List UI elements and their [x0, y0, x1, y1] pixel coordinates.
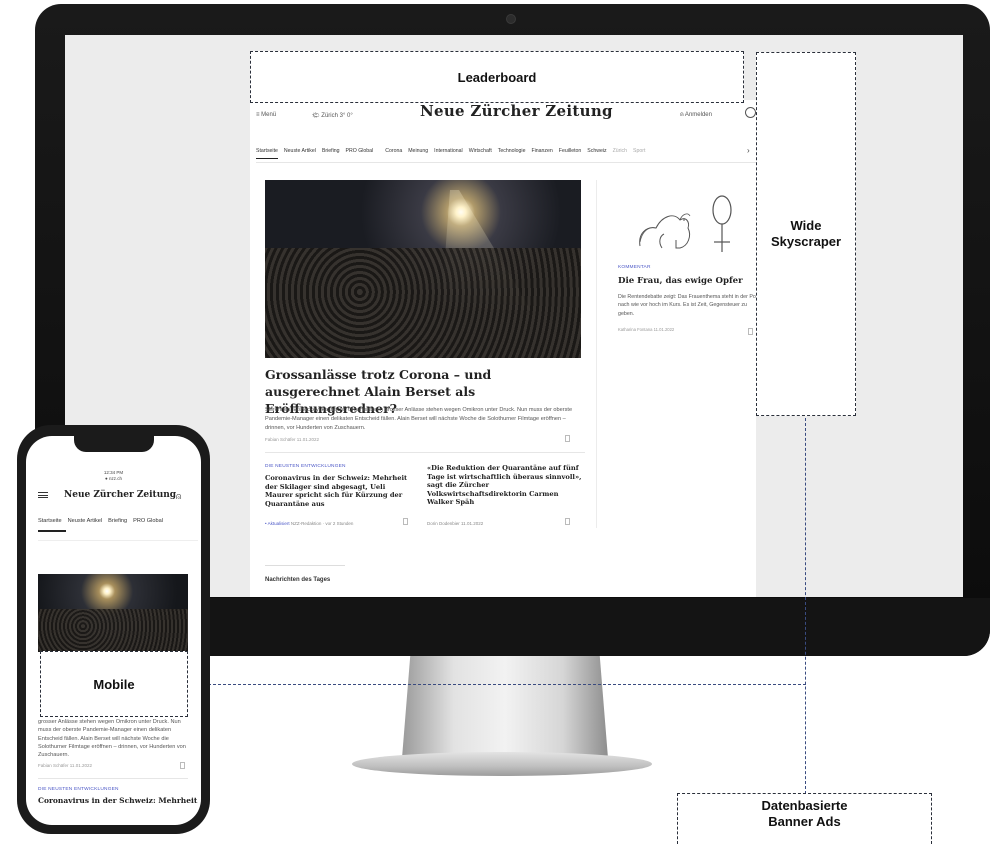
mobile-nav-neuste-artikel[interactable]: Neuste Artikel [68, 518, 103, 524]
mobile-status-bar: 12:34 PM ● nzz.ch [86, 470, 141, 482]
nav-item-startseite[interactable]: Startseite [256, 148, 278, 159]
user-icon[interactable]: ⍝ [176, 491, 181, 502]
mobile-hero-byline: Fabian Schäfer 11.01.2022 [38, 763, 92, 768]
nav-item-zuerich[interactable]: Zürich [613, 148, 627, 159]
bookmark-icon[interactable] [748, 328, 753, 335]
story-headline[interactable]: «Die Reduktion der Quarantäne auf fünf T… [427, 464, 585, 507]
connector-line-horizontal [188, 684, 806, 685]
story-meta: • Aktualisiert NZZ-Redaktion · vor 2 Stu… [265, 521, 353, 526]
story-meta-text: NZZ-Redaktion · vor 2 Stunden [290, 521, 354, 526]
section-title: Nachrichten des Tages [265, 577, 331, 583]
mobile-hero-lead: grosser Anlässe stehen wegen Omikron unt… [38, 719, 186, 759]
camera-icon [506, 14, 516, 24]
hero-image[interactable] [265, 180, 581, 358]
comment-illustration[interactable] [618, 186, 748, 258]
nav-item-pro-global[interactable]: PRO Global [346, 148, 374, 159]
mobile-status-url: ● nzz.ch [105, 476, 122, 481]
nav-item-wirtschaft[interactable]: Wirtschaft [469, 148, 492, 159]
menu-button[interactable]: ≡ Menü [256, 112, 276, 118]
story-headline[interactable]: Coronavirus in der Schweiz: Mehrheit der… [265, 474, 415, 508]
banner-ads-label-box: Datenbasierte Banner Ads [677, 793, 932, 844]
nav-item-technologie[interactable]: Technologie [498, 148, 526, 159]
wide-skyscraper-ad-slot: Wide Skyscraper [756, 52, 856, 416]
search-icon[interactable] [745, 107, 756, 118]
bookmark-icon[interactable] [565, 435, 570, 442]
mobile-nav-briefing[interactable]: Briefing [108, 518, 127, 524]
mobile-ad-slot: Mobile [40, 651, 188, 717]
article-divider [265, 452, 585, 453]
comment-lead: Die Rentendebatte zeigt: Das Frauenthema… [618, 294, 756, 317]
mobile-site-logo[interactable]: Neue Zürcher Zeitung [64, 490, 176, 500]
nav-item-international[interactable]: International [434, 148, 463, 159]
weather-widget[interactable]: 🌤 Zürich 3° 0° [312, 112, 353, 119]
hamburger-icon[interactable] [38, 492, 48, 498]
mobile-story-kicker: DIE NEUSTEN ENTWICKLUNGEN [38, 787, 119, 792]
mobile-hero-image[interactable] [38, 574, 188, 652]
mobile-article-divider [38, 778, 188, 779]
monitor-stand [402, 656, 608, 758]
main-nav: Startseite Neuste Artikel Briefing PRO G… [256, 148, 756, 159]
connector-line-vertical [805, 418, 806, 794]
story-kicker: DIE NEUSTEN ENTWICKLUNGEN [265, 464, 346, 469]
nav-item-finanzen[interactable]: Finanzen [531, 148, 552, 159]
updated-badge: • Aktualisiert [265, 521, 290, 526]
story-meta: Dorin Dodenbier 11.01.2022 [427, 521, 484, 526]
comment-byline: Katharina Fontana 11.01.2022 [618, 327, 675, 332]
banner-label-line1: Datenbasierte [761, 798, 848, 813]
phone-notch [74, 436, 154, 452]
mobile-label: Mobile [93, 676, 135, 692]
nav-item-briefing[interactable]: Briefing [322, 148, 340, 159]
nav-divider [256, 162, 756, 163]
nav-item-schweiz[interactable]: Schweiz [587, 148, 606, 159]
comment-title[interactable]: Die Frau, das ewige Opfer [618, 276, 756, 286]
section-divider [265, 565, 345, 566]
mobile-nav: Startseite Neuste Artikel Briefing PRO G… [38, 518, 198, 524]
comment-kicker: KOMMENTAR [618, 265, 651, 270]
mobile-story-headline[interactable]: Coronavirus in der Schweiz: Mehrheit [38, 796, 198, 805]
bookmark-icon[interactable] [565, 518, 570, 525]
nav-item-corona[interactable]: Corona [385, 148, 402, 159]
hero-lead: Skirennen, Eishockey, Fasnacht: Organisa… [265, 407, 573, 431]
mobile-nav-startseite[interactable]: Startseite [38, 518, 62, 524]
bookmark-icon[interactable] [403, 518, 408, 525]
nav-item-neuste-artikel[interactable]: Neuste Artikel [284, 148, 316, 159]
skyscraper-label-line2: Skyscraper [770, 234, 842, 249]
nzz-desktop-page: ≡ Menü 🌤 Zürich 3° 0° Neue Zürcher Zeitu… [250, 100, 756, 597]
mobile-nav-divider [38, 540, 198, 541]
nav-item-sport[interactable]: Sport [633, 148, 645, 159]
banner-label-line2: Banner Ads [768, 814, 841, 829]
skyscraper-label-line1: Wide [790, 218, 822, 233]
column-divider [596, 180, 597, 528]
nav-item-feuilleton[interactable]: Feuilleton [559, 148, 582, 159]
leaderboard-label: Leaderboard [457, 69, 537, 85]
site-logo[interactable]: Neue Zürcher Zeitung [420, 102, 613, 120]
monitor-stand-foot [352, 752, 652, 776]
login-link[interactable]: ⍝ Anmelden [680, 112, 712, 119]
hero-byline: Fabian Schäfer 11.01.2022 [265, 437, 319, 442]
nav-next-chevron-icon[interactable]: › [747, 146, 750, 155]
nav-item-meinung[interactable]: Meinung [408, 148, 428, 159]
leaderboard-ad-slot: Leaderboard [250, 51, 744, 103]
mobile-nav-pro-global[interactable]: PRO Global [133, 518, 163, 524]
mobile-nav-active-indicator [38, 530, 66, 532]
bookmark-icon[interactable] [180, 762, 185, 769]
